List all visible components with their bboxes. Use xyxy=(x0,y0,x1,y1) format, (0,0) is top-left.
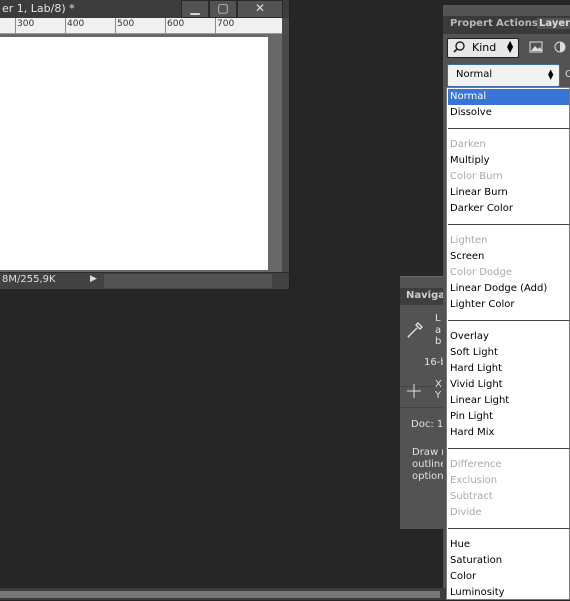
menu-divider xyxy=(448,448,569,449)
blend-mode-option: Lighten xyxy=(450,235,488,246)
crosshair-icon xyxy=(405,382,425,402)
menu-divider xyxy=(448,320,569,321)
document-size-info: 8M/255,9K xyxy=(2,274,56,285)
info-line-1: L xyxy=(435,313,441,324)
tab-layers[interactable]: Layers xyxy=(537,18,570,29)
blend-mode-option[interactable]: Linear Light xyxy=(448,393,569,409)
vertical-scrollbar[interactable] xyxy=(282,18,289,272)
menu-divider xyxy=(448,224,569,225)
horizontal-ruler[interactable]: 300 400 500 600 700 xyxy=(0,18,282,34)
document-title: er 1, Lab/8) * xyxy=(2,2,75,15)
blend-mode-option: Color Dodge xyxy=(450,267,512,278)
blend-mode-option[interactable]: Darker Color xyxy=(448,201,569,217)
maximize-button[interactable]: ▢ xyxy=(209,0,237,18)
opacity-label: O xyxy=(565,69,570,80)
blend-mode-select[interactable]: Normal ▲ ▼ xyxy=(447,64,560,87)
blend-mode-option[interactable]: Screen xyxy=(448,249,569,265)
blend-mode-option[interactable]: Color xyxy=(448,569,569,585)
image-filter-icon[interactable] xyxy=(528,40,544,54)
blend-mode-option[interactable]: Hue xyxy=(448,537,569,553)
blend-mode-option: Color Burn xyxy=(450,171,503,182)
blend-mode-option[interactable]: Linear Burn xyxy=(448,185,569,201)
blend-mode-option[interactable]: Soft Light xyxy=(448,345,569,361)
document-titlebar[interactable]: er 1, Lab/8) * ▁ ▢ ✕ xyxy=(0,0,289,18)
menu-divider xyxy=(448,128,569,129)
blend-mode-option[interactable]: Multiply xyxy=(448,153,569,169)
tab-properties[interactable]: Propert xyxy=(450,18,493,29)
adjustment-filter-icon[interactable] xyxy=(553,40,567,54)
info-line-3: b xyxy=(435,336,442,347)
blend-mode-dropdown: Normal Dissolve Darken Multiply Color Bu… xyxy=(446,87,570,600)
blend-mode-option: Darken xyxy=(450,139,486,150)
blend-mode-option: Subtract xyxy=(450,491,493,502)
blend-mode-option[interactable]: Overlay xyxy=(448,329,569,345)
blend-mode-option[interactable]: Lighter Color xyxy=(448,297,569,313)
ruler-label-600: 600 xyxy=(167,19,185,29)
select-arrows-icon: ▲ ▼ xyxy=(507,39,514,54)
blend-mode-option: Difference xyxy=(450,459,502,470)
blend-mode-option[interactable]: Pin Light xyxy=(448,409,569,425)
blend-mode-option[interactable]: Dissolve xyxy=(448,105,569,121)
blend-mode-option[interactable]: Linear Dodge (Add) xyxy=(448,281,569,297)
blend-mode-value: Normal xyxy=(456,69,493,80)
status-bar: 8M/255,9K ▶ xyxy=(0,272,289,289)
blend-mode-option[interactable]: Normal xyxy=(448,89,569,105)
minimize-button[interactable]: ▁ xyxy=(181,0,209,18)
search-icon xyxy=(452,40,466,57)
tab-actions[interactable]: Actions xyxy=(496,18,538,29)
eyedropper-icon xyxy=(405,320,429,342)
close-button[interactable]: ✕ xyxy=(237,0,283,18)
panel-tabs: Propert Actions Layers xyxy=(443,16,570,34)
ruler-label-500: 500 xyxy=(117,19,135,29)
layer-filter-kind-select[interactable]: Kind ▲ ▼ xyxy=(447,38,519,58)
select-arrows-icon: ▲ ▼ xyxy=(548,68,554,81)
ruler-label-400: 400 xyxy=(67,19,85,29)
bottom-scrollbar[interactable] xyxy=(0,591,440,598)
x-coordinate-label: X xyxy=(435,379,442,390)
blend-mode-option: Divide xyxy=(450,507,482,518)
blend-mode-option: Exclusion xyxy=(450,475,498,486)
ruler-label-300: 300 xyxy=(17,19,35,29)
document-canvas[interactable] xyxy=(0,37,268,270)
blend-mode-option[interactable]: Vivid Light xyxy=(448,377,569,393)
blend-mode-option[interactable]: Hard Light xyxy=(448,361,569,377)
kind-select-label: Kind xyxy=(472,41,497,54)
y-coordinate-label: Y xyxy=(435,390,442,401)
ruler-label-700: 700 xyxy=(217,19,235,29)
navigator-tab[interactable]: Navigat xyxy=(400,288,450,305)
menu-divider xyxy=(448,528,569,529)
blend-mode-option[interactable]: Luminosity xyxy=(448,585,569,601)
horizontal-scrollbar[interactable] xyxy=(104,274,272,288)
status-menu-arrow-icon[interactable]: ▶ xyxy=(90,274,102,288)
blend-mode-option[interactable]: Saturation xyxy=(448,553,569,569)
info-line-2: a xyxy=(435,325,442,336)
blend-mode-option[interactable]: Hard Mix xyxy=(448,425,569,441)
